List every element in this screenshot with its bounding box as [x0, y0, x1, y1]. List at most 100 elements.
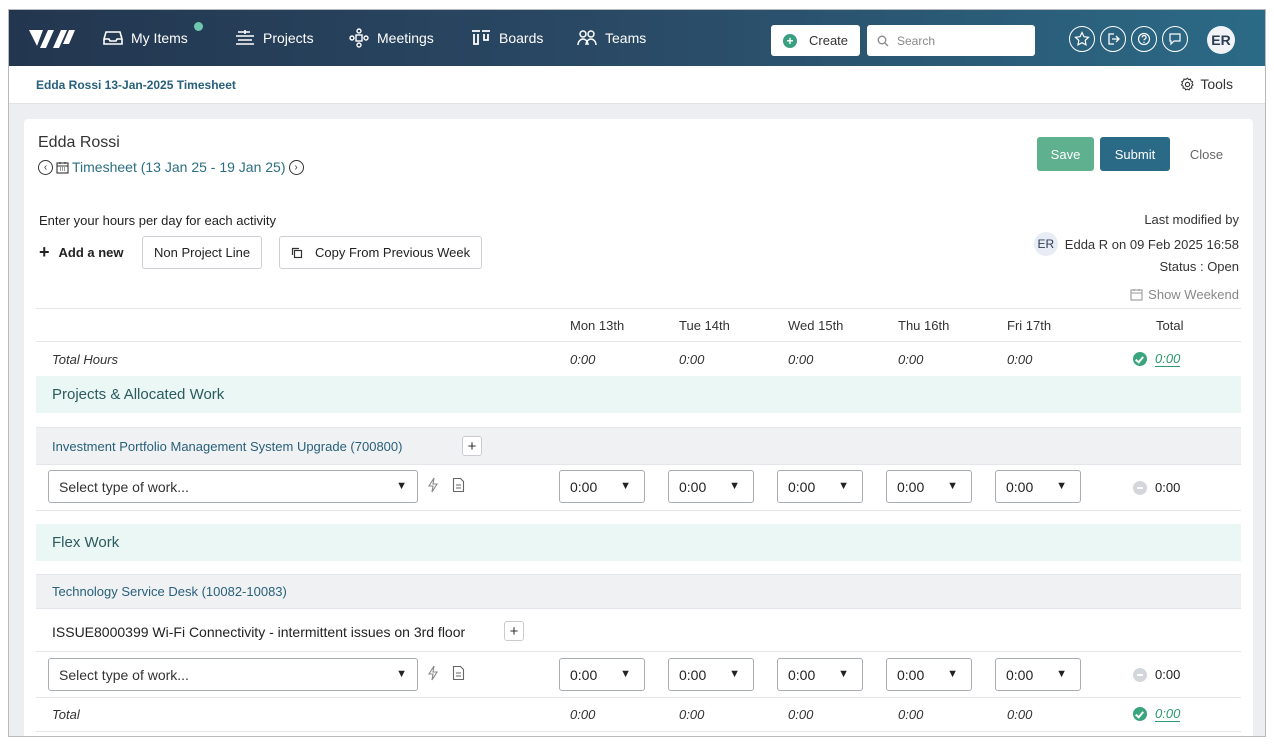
breadcrumb[interactable]: Edda Rossi 13-Jan-2025 Timesheet [36, 78, 236, 92]
nav-boards[interactable]: Boards [471, 10, 543, 66]
chevron-down-icon: ▼ [620, 668, 631, 680]
hours-select-mon[interactable]: 0:00 ▼ [559, 470, 645, 503]
column-header-fri: Fri 17th [1007, 318, 1052, 333]
chevron-down-icon: ▼ [620, 480, 631, 492]
tools-button[interactable]: Tools [1180, 76, 1233, 92]
nav-projects[interactable]: Projects [235, 10, 314, 66]
nav-my-items[interactable]: My Items [103, 10, 188, 66]
show-weekend-toggle[interactable]: Show Weekend [1130, 287, 1239, 302]
logo-icon[interactable] [29, 27, 81, 49]
work-type-select[interactable]: Select type of work... ▼ [48, 470, 418, 503]
footer-total-value[interactable]: 0:00 [1155, 706, 1181, 722]
copy-icon [291, 247, 303, 258]
total-hours-total[interactable]: 0:00 [1133, 351, 1181, 367]
teams-icon [577, 30, 597, 46]
lightning-icon[interactable] [427, 477, 439, 497]
sub-header: Edda Rossi 13-Jan-2025 Timesheet Tools [9, 66, 1265, 104]
hours-select-fri[interactable]: 0:00 ▼ [995, 658, 1081, 691]
line-total: 0:00 [1133, 480, 1180, 495]
copy-previous-week-button[interactable]: Copy From Previous Week [279, 236, 483, 269]
gear-icon [1180, 76, 1195, 91]
hours-select-tue[interactable]: 0:00 ▼ [668, 470, 754, 503]
nav-teams[interactable]: Teams [577, 10, 646, 66]
chevron-down-icon: ▼ [1056, 480, 1067, 492]
next-week-icon[interactable]: › [288, 159, 304, 175]
hours-value: 0:00 [679, 666, 707, 683]
total-hours-tue: 0:00 [679, 352, 705, 367]
hours-select-wed[interactable]: 0:00 ▼ [777, 470, 863, 503]
work-type-select[interactable]: Select type of work... ▼ [48, 658, 418, 691]
chevron-down-icon: ▼ [1056, 668, 1067, 680]
total-hours-thu: 0:00 [898, 352, 924, 367]
modifier-avatar: ER [1033, 232, 1058, 256]
lightning-icon[interactable] [427, 665, 439, 685]
divider [36, 510, 1241, 511]
hours-select-wed[interactable]: 0:00 ▼ [777, 658, 863, 691]
note-icon[interactable] [452, 665, 465, 685]
help-icon[interactable] [1131, 26, 1157, 52]
hours-select-mon[interactable]: 0:00 ▼ [559, 658, 645, 691]
nav-meetings-label: Meetings [377, 30, 434, 46]
hours-value: 0:00 [897, 666, 925, 683]
instructions-text: Enter your hours per day for each activi… [39, 213, 277, 228]
projects-icon [236, 30, 254, 45]
inbox-icon [103, 31, 123, 45]
section-title: Projects & Allocated Work [52, 386, 225, 403]
meetings-icon [349, 28, 369, 48]
save-button[interactable]: Save [1037, 137, 1094, 171]
section-header: Flex Work [36, 524, 1241, 561]
prev-week-icon[interactable]: ‹ [38, 159, 53, 175]
last-modified-label: Last modified by [1144, 212, 1239, 227]
chat-icon[interactable] [1162, 26, 1188, 52]
modified-by-text: Edda R on 09 Feb 2025 16:58 [1064, 236, 1239, 252]
nav-projects-label: Projects [263, 30, 314, 46]
nav-my-items-label: My Items [131, 30, 188, 46]
chevron-down-icon: ▼ [947, 480, 958, 492]
hours-select-thu[interactable]: 0:00 ▼ [886, 470, 972, 503]
nav-boards-label: Boards [499, 30, 544, 46]
user-avatar[interactable]: ER [1207, 26, 1235, 54]
period-label[interactable]: Timesheet (13 Jan 25 - 19 Jan 25) [72, 159, 286, 175]
check-circle-icon [1133, 352, 1147, 366]
create-button[interactable]: + Create [771, 25, 860, 56]
modified-by: ER Edda R on 09 Feb 2025 16:58 [1033, 232, 1239, 256]
footer-total-total[interactable]: 0:00 [1133, 706, 1181, 722]
add-line-button[interactable]: + [504, 621, 524, 641]
issue-name: ISSUE8000399 Wi-Fi Connectivity - interm… [52, 624, 466, 640]
hours-select-thu[interactable]: 0:00 ▼ [886, 658, 972, 691]
line-total-value: 0:00 [1155, 667, 1181, 682]
hours-select-tue[interactable]: 0:00 ▼ [668, 658, 754, 691]
notification-dot [194, 22, 203, 31]
total-hours-fri: 0:00 [1007, 352, 1033, 367]
column-header-total: Total [1156, 318, 1184, 333]
total-hours-label: Total Hours [52, 352, 118, 367]
minus-circle-icon [1133, 480, 1147, 495]
search-icon [877, 35, 889, 46]
divider [36, 341, 1241, 342]
create-label: Create [809, 33, 849, 48]
total-hours-wed: 0:00 [788, 352, 814, 367]
chevron-down-icon: ▼ [838, 668, 849, 680]
issue-row: ISSUE8000399 Wi-Fi Connectivity - interm… [36, 610, 1241, 652]
note-icon[interactable] [452, 477, 465, 497]
close-button[interactable]: Close [1179, 137, 1234, 171]
work-type-placeholder: Select type of work... [59, 478, 189, 495]
add-new-text: Add a new [58, 245, 124, 260]
logout-icon[interactable] [1100, 26, 1126, 52]
hours-select-fri[interactable]: 0:00 ▼ [995, 470, 1081, 503]
non-project-line-button[interactable]: Non Project Line [142, 236, 263, 269]
submit-button[interactable]: Submit [1100, 137, 1170, 171]
footer-total-thu: 0:00 [898, 707, 924, 722]
nav-meetings[interactable]: Meetings [349, 10, 434, 66]
chevron-down-icon: ▼ [729, 480, 740, 492]
total-hours-value[interactable]: 0:00 [1155, 351, 1181, 367]
top-navigation: My Items Projects Meetings Boards Teams … [9, 10, 1265, 66]
search-input[interactable]: Search [867, 25, 1035, 56]
add-line-button[interactable]: + [462, 436, 482, 456]
status-text: Status : Open [1159, 259, 1240, 274]
add-new-label: + Add a new [39, 236, 124, 269]
favorites-icon[interactable] [1069, 26, 1095, 52]
line-total: 0:00 [1133, 667, 1180, 682]
copy-previous-week-label: Copy From Previous Week [315, 245, 471, 260]
hours-value: 0:00 [788, 666, 816, 683]
